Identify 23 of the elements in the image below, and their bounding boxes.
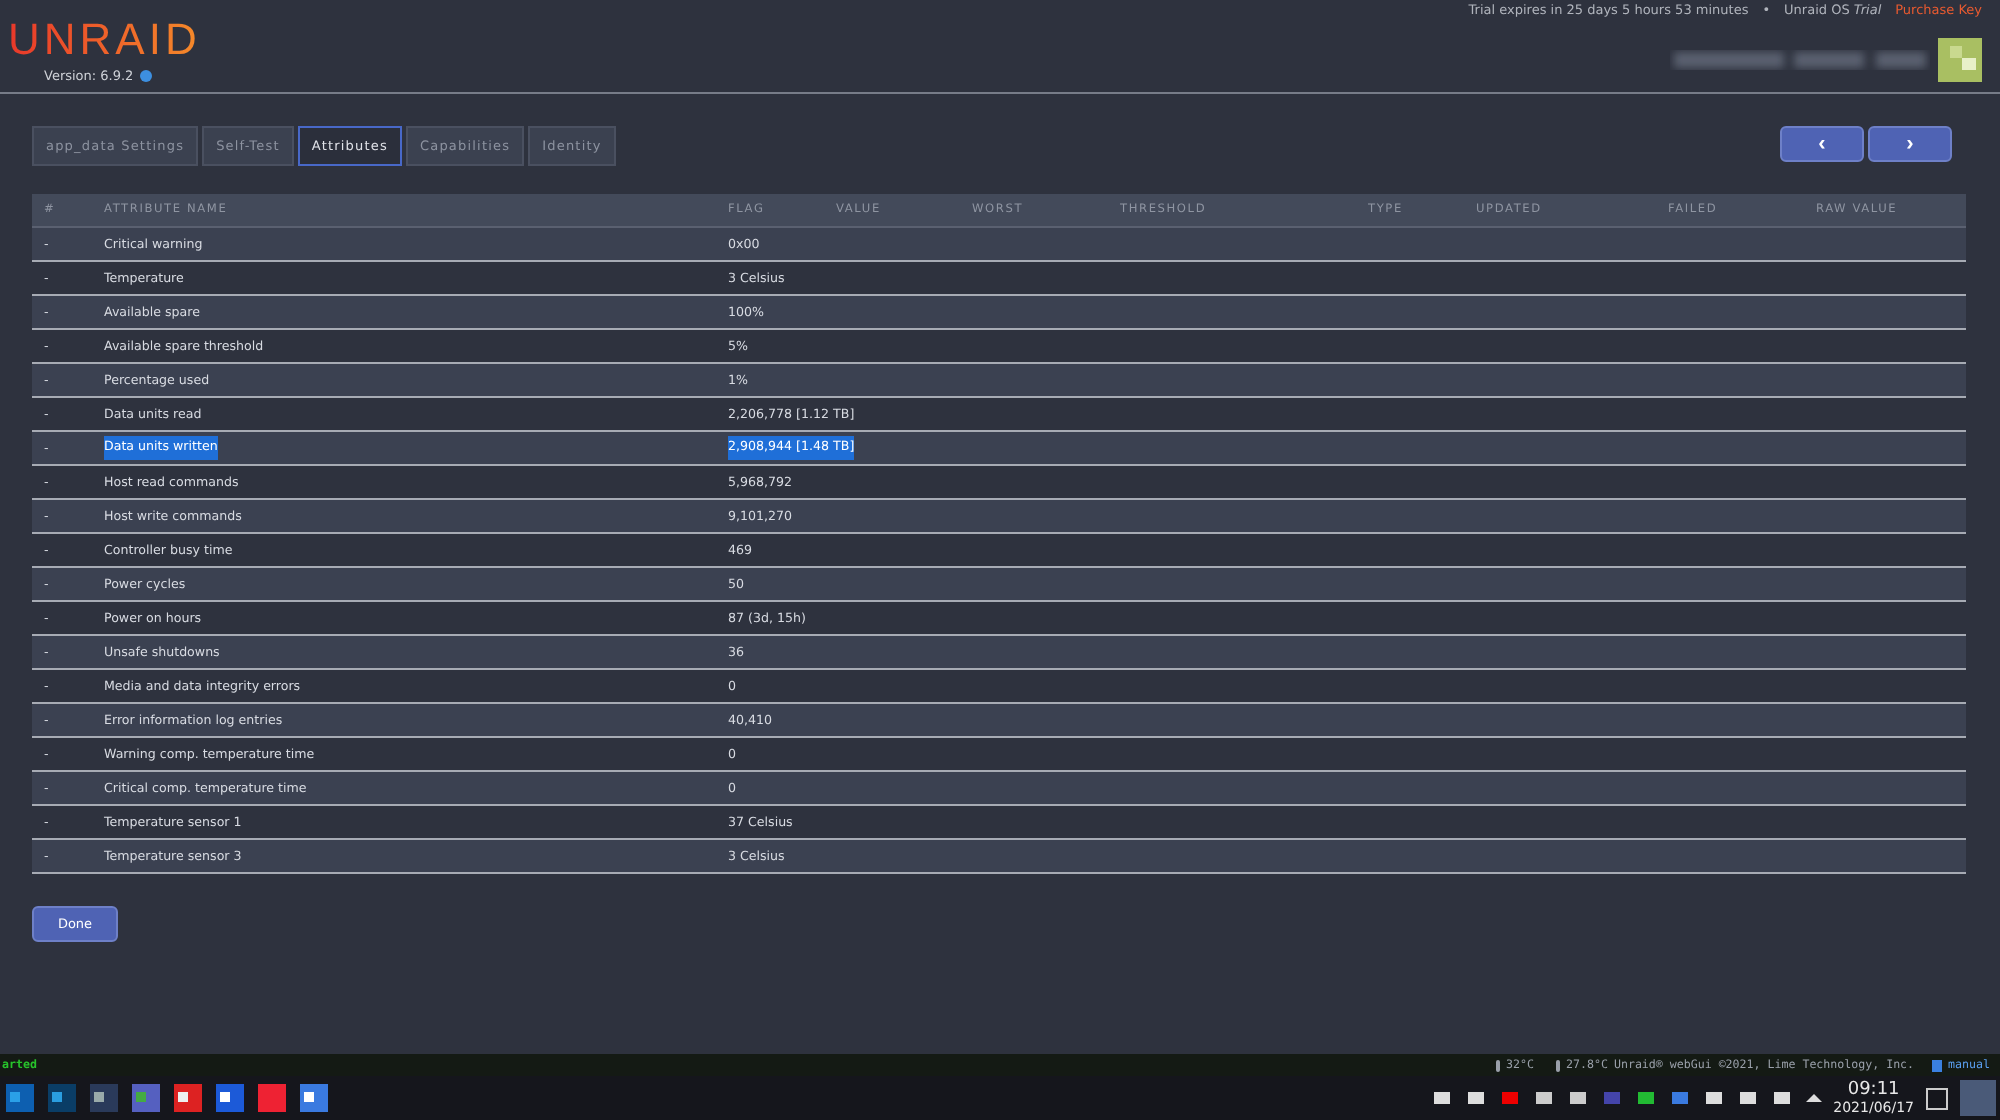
app-icon[interactable] bbox=[298, 1082, 330, 1114]
thermometer-icon bbox=[1556, 1059, 1561, 1071]
thermometer-icon bbox=[1496, 1059, 1501, 1071]
app-icon[interactable] bbox=[88, 1082, 120, 1114]
app-icon[interactable] bbox=[214, 1082, 246, 1114]
app-icon[interactable] bbox=[130, 1082, 162, 1114]
caret-icon[interactable] bbox=[1805, 1094, 1822, 1102]
app-icon[interactable] bbox=[46, 1082, 78, 1114]
info-icon[interactable] bbox=[139, 70, 152, 82]
app-icon[interactable] bbox=[172, 1082, 204, 1114]
tray-icon[interactable] bbox=[1531, 1086, 1556, 1110]
tray-icon[interactable] bbox=[1701, 1086, 1726, 1110]
tray-icon[interactable] bbox=[1633, 1086, 1658, 1110]
app-icon[interactable] bbox=[4, 1082, 36, 1114]
notification-icon[interactable] bbox=[1926, 1087, 1948, 1109]
tray-icon[interactable] bbox=[1735, 1086, 1760, 1110]
next-button[interactable]: › bbox=[1868, 126, 1952, 162]
tray-icon[interactable] bbox=[1463, 1086, 1488, 1110]
book-icon bbox=[1932, 1059, 1943, 1071]
tray-icon[interactable] bbox=[1769, 1086, 1794, 1110]
tray-icon[interactable] bbox=[1565, 1086, 1590, 1110]
previous-button[interactable]: ‹ bbox=[1780, 126, 1864, 162]
tray-icon[interactable] bbox=[1429, 1086, 1454, 1110]
